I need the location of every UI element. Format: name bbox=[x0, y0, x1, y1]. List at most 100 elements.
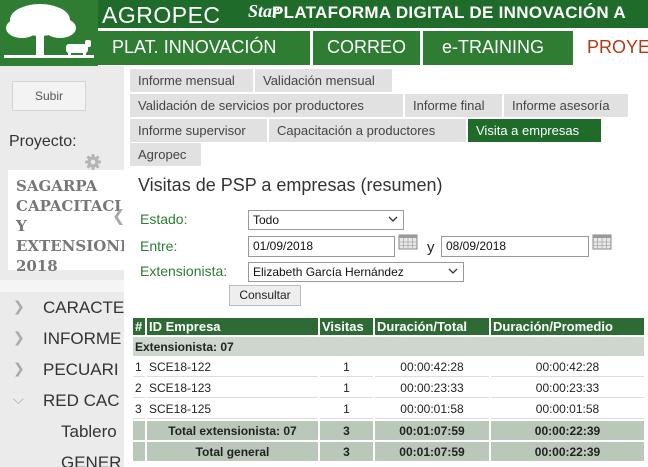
upload-button[interactable]: Subir bbox=[12, 81, 86, 111]
gear-icon[interactable] bbox=[84, 153, 102, 171]
row-duracion-total: 00:00:42:28 bbox=[375, 358, 489, 377]
date-from-input[interactable]: 01/09/2018 bbox=[248, 236, 395, 257]
column-header-number: # bbox=[133, 318, 145, 335]
chevron-down-icon bbox=[388, 216, 398, 222]
entre-label: Entre: bbox=[140, 238, 178, 254]
sidebar-item-label: GENER bbox=[61, 453, 122, 467]
table-row: 1 SCE18-122 1 00:00:42:28 00:00:42:28 bbox=[133, 358, 644, 377]
row-id-empresa: SCE18-125 bbox=[147, 400, 318, 419]
left-sidebar: Subir Proyecto: SAGARPA CAPACITACI Y EXT… bbox=[0, 66, 124, 467]
tab-informe-final[interactable]: Informe final bbox=[405, 94, 502, 117]
row-duracion-total: 00:00:23:33 bbox=[375, 379, 489, 398]
row-id-empresa: SCE18-123 bbox=[147, 379, 318, 398]
subtotal-duracion-promedio: 00:00:22:39 bbox=[491, 421, 644, 440]
group-label: Extensionista: 07 bbox=[133, 337, 644, 356]
subtotal-spacer bbox=[133, 421, 145, 440]
sidebar-item-tablero[interactable]: Tablero bbox=[0, 416, 124, 447]
app-header: AGROPEC Star PLATAFORMA DIGITAL DE INNOV… bbox=[0, 0, 648, 66]
table-header-row: # ID Empresa Visitas Duración/Total Dura… bbox=[133, 318, 644, 335]
agropec-logo[interactable] bbox=[0, 0, 98, 66]
nav-proyectos[interactable]: PROYE bbox=[573, 31, 648, 65]
sidebar-item-general[interactable]: GENER bbox=[0, 447, 124, 467]
page-title: Visitas de PSP a empresas (resumen) bbox=[138, 175, 443, 195]
column-header-duracion-promedio: Duración/Promedio bbox=[491, 318, 644, 335]
estado-value: Todo bbox=[253, 213, 280, 227]
project-selector[interactable]: SAGARPA CAPACITACI Y EXTENSIONI 2018 ❮ bbox=[8, 170, 124, 275]
grand-total-duracion-promedio: 00:00:22:39 bbox=[491, 442, 644, 461]
tab-capacitacion-productores[interactable]: Capacitación a productores bbox=[269, 119, 466, 142]
grand-total-row: Total general 3 00:01:07:59 00:00:22:39 bbox=[133, 442, 644, 461]
chevron-right-icon: ❯ bbox=[13, 299, 25, 315]
group-row: Extensionista: 07 bbox=[133, 337, 644, 356]
main-content: Visitas de PSP a empresas (resumen) Esta… bbox=[130, 166, 648, 467]
column-header-id-empresa: ID Empresa bbox=[147, 318, 318, 335]
grand-total-visitas: 3 bbox=[320, 442, 373, 461]
nav-correo[interactable]: CORREO bbox=[313, 31, 423, 65]
row-visitas: 1 bbox=[320, 400, 373, 419]
tab-informe-mensual[interactable]: Informe mensual bbox=[130, 69, 253, 92]
extensionista-label: Extensionista: bbox=[140, 263, 228, 279]
row-number: 1 bbox=[133, 358, 145, 377]
subtotal-duracion-total: 00:01:07:59 bbox=[375, 421, 489, 440]
date-range-conjunction: y bbox=[427, 239, 435, 256]
sidebar-item-red-cac[interactable]: ⌵ RED CAC bbox=[0, 385, 124, 416]
tab-visita-empresas[interactable]: Visita a empresas bbox=[468, 119, 601, 142]
chevron-right-icon: ❯ bbox=[13, 361, 25, 377]
row-visitas: 1 bbox=[320, 379, 373, 398]
report-tabs: Informe mensual Validación mensual Valid… bbox=[130, 68, 648, 166]
sidebar-item-pecuario[interactable]: ❯ PECUARI bbox=[0, 354, 124, 385]
grand-total-duracion-total: 00:01:07:59 bbox=[375, 442, 489, 461]
row-duracion-promedio: 00:00:23:33 bbox=[491, 379, 644, 398]
tab-agropec[interactable]: Agropec bbox=[130, 143, 201, 166]
tab-informe-asesoria[interactable]: Informe asesoría bbox=[504, 94, 628, 117]
chevron-down-icon: ⌵ bbox=[13, 392, 24, 408]
row-duracion-total: 00:00:01:58 bbox=[375, 400, 489, 419]
extensionista-select[interactable]: Elizabeth García Hernández bbox=[248, 262, 464, 282]
tab-validacion-mensual[interactable]: Validación mensual bbox=[255, 69, 392, 92]
chevron-right-icon: ❯ bbox=[13, 330, 25, 346]
calendar-icon[interactable] bbox=[398, 234, 418, 250]
row-number: 3 bbox=[133, 400, 145, 419]
date-to-input[interactable]: 08/09/2018 bbox=[441, 236, 589, 257]
sidebar-item-informes[interactable]: ❯ INFORME bbox=[0, 323, 124, 354]
estado-select[interactable]: Todo bbox=[248, 210, 404, 230]
nav-plat-innovacion[interactable]: PLAT. INNOVACIÓN bbox=[98, 31, 313, 65]
calendar-icon[interactable] bbox=[592, 234, 612, 250]
chevron-down-icon bbox=[448, 268, 458, 274]
column-header-visitas: Visitas bbox=[320, 318, 373, 335]
sidebar-menu: ❯ CARACTE ❯ INFORME ❯ PECUARI ⌵ RED CAC … bbox=[0, 292, 124, 467]
sidebar-item-label: RED CAC bbox=[43, 391, 120, 410]
sidebar-item-label: CARACTE bbox=[43, 298, 124, 317]
brand-name: AGROPEC bbox=[102, 2, 221, 28]
sidebar-item-label: INFORME bbox=[43, 329, 122, 348]
sidebar-item-caracteristicas[interactable]: ❯ CARACTE bbox=[0, 292, 124, 323]
subtotal-visitas: 3 bbox=[320, 421, 373, 440]
main-nav: PLAT. INNOVACIÓN CORREO e-TRAINING PROYE bbox=[98, 31, 648, 65]
nav-e-training[interactable]: e-TRAINING bbox=[428, 31, 573, 65]
row-number: 2 bbox=[133, 379, 145, 398]
grand-total-label: Total general bbox=[147, 442, 318, 461]
subtotal-row: Total extensionista: 07 3 00:01:07:59 00… bbox=[133, 421, 644, 440]
project-name: SAGARPA CAPACITACI Y EXTENSIONI 2018 bbox=[16, 177, 124, 275]
sidebar-item-label: Tablero bbox=[61, 422, 117, 441]
table-row: 2 SCE18-123 1 00:00:23:33 00:00:23:33 bbox=[133, 379, 644, 398]
row-duracion-promedio: 00:00:01:58 bbox=[491, 400, 644, 419]
tab-validacion-servicios[interactable]: Validación de servicios por productores bbox=[130, 94, 403, 117]
consultar-button[interactable]: Consultar bbox=[229, 285, 301, 306]
table-row: 3 SCE18-125 1 00:00:01:58 00:00:01:58 bbox=[133, 400, 644, 419]
row-visitas: 1 bbox=[320, 358, 373, 377]
subtotal-label: Total extensionista: 07 bbox=[147, 421, 318, 440]
row-id-empresa: SCE18-122 bbox=[147, 358, 318, 377]
platform-tagline: PLATAFORMA DIGITAL DE INNOVACIÓN A bbox=[272, 3, 626, 22]
estado-label: Estado: bbox=[140, 211, 188, 227]
visits-summary-table: # ID Empresa Visitas Duración/Total Dura… bbox=[131, 316, 646, 463]
menu-divider bbox=[0, 280, 124, 292]
tab-informe-supervisor[interactable]: Informe supervisor bbox=[130, 119, 267, 142]
grand-total-spacer bbox=[133, 442, 145, 461]
extensionista-value: Elizabeth García Hernández bbox=[253, 265, 404, 279]
top-banner: AGROPEC Star PLATAFORMA DIGITAL DE INNOV… bbox=[98, 0, 648, 28]
chevron-left-icon[interactable]: ❮ bbox=[112, 206, 124, 225]
project-label: Proyecto: bbox=[9, 133, 77, 150]
row-duracion-promedio: 00:00:42:28 bbox=[491, 358, 644, 377]
sidebar-item-label: PECUARI bbox=[43, 360, 119, 379]
